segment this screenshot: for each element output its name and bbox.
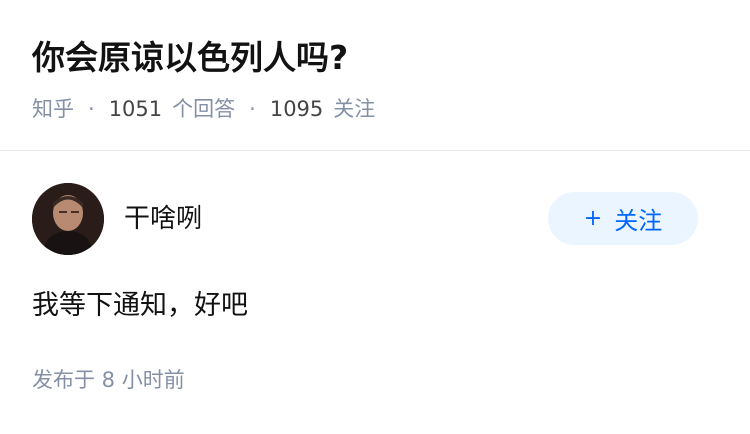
publish-time: 发布于 8 小时前: [32, 368, 185, 392]
follow-button[interactable]: + 关注: [548, 192, 698, 245]
question-title[interactable]: 你会原谅以色列人吗?: [32, 36, 348, 80]
question-header: 你会原谅以色列人吗? 知乎 · 1051 个回答 · 1095 关注: [0, 0, 750, 151]
question-meta: 知乎 · 1051 个回答 · 1095 关注: [32, 93, 375, 125]
source-label[interactable]: 知乎: [32, 93, 74, 125]
meta-separator: ·: [249, 97, 256, 121]
follow-button-label: 关注: [614, 207, 663, 235]
answer-count: 1051: [108, 97, 163, 121]
author-name[interactable]: 干啥咧: [124, 201, 202, 237]
follower-count: 1095: [269, 97, 324, 121]
answer-content[interactable]: 我等下通知，好吧: [32, 286, 248, 326]
plus-icon: +: [583, 206, 603, 231]
author-avatar[interactable]: [32, 183, 104, 255]
answer-card: 干啥咧 + 关注 我等下通知，好吧 发布于 8 小时前: [0, 151, 750, 434]
answer-count-label: 个回答: [172, 97, 236, 121]
page: 你会原谅以色列人吗? 知乎 · 1051 个回答 · 1095 关注 干啥咧 +…: [0, 0, 750, 434]
follower-count-label: 关注: [333, 97, 376, 121]
meta-separator: ·: [88, 97, 95, 121]
avatar-image: [32, 183, 104, 255]
